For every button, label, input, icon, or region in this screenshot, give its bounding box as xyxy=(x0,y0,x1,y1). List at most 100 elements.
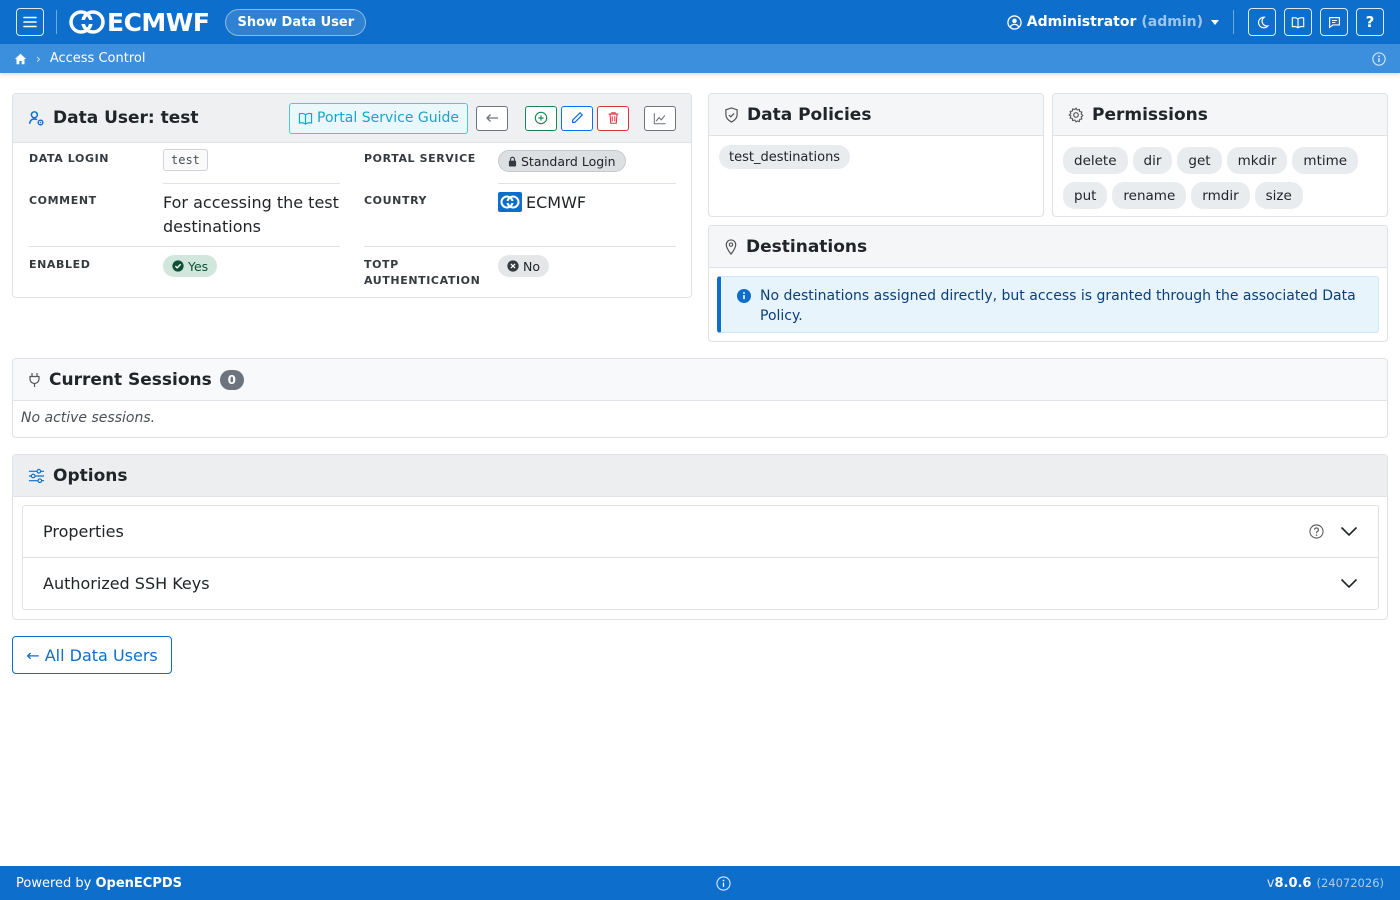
back-arrow-button[interactable] xyxy=(476,105,508,131)
chevron-right-icon: › xyxy=(36,51,41,66)
data-policies-title: Data Policies xyxy=(747,104,872,125)
no-sessions-text: No active sessions. xyxy=(21,410,156,426)
permission-tag: get xyxy=(1177,147,1222,174)
permissions-title: Permissions xyxy=(1092,104,1208,125)
enabled-value: Yes xyxy=(188,258,209,274)
sliders-icon xyxy=(28,468,45,483)
destinations-info-alert: No destinations assigned directly, but a… xyxy=(717,276,1379,333)
edit-button[interactable] xyxy=(561,105,593,131)
help-button[interactable]: ? xyxy=(1356,8,1384,36)
permission-tag: mkdir xyxy=(1226,147,1288,174)
home-icon[interactable] xyxy=(14,53,27,65)
info-circle-icon[interactable] xyxy=(716,876,731,891)
row-divider xyxy=(364,246,676,247)
country-label: COUNTRY xyxy=(364,194,428,207)
current-sessions-title: Current Sessions xyxy=(49,369,212,390)
powered-by-link[interactable]: OpenECPDS xyxy=(95,876,182,891)
permission-tag: rmdir xyxy=(1191,182,1250,209)
chat-icon xyxy=(1328,16,1340,29)
totp-label-line2: AUTHENTICATION xyxy=(364,274,481,287)
permissions-card: Permissions delete dir get mkdir mtime put re… xyxy=(1052,93,1388,217)
row-divider xyxy=(163,183,340,184)
docs-button[interactable] xyxy=(1284,8,1312,36)
chevron-down-icon xyxy=(1340,526,1358,537)
chevron-down-icon xyxy=(1211,19,1219,25)
question-circle-icon[interactable] xyxy=(1309,524,1324,539)
lock-icon xyxy=(508,156,517,166)
ssh-keys-label: Authorized SSH Keys xyxy=(43,574,210,593)
chart-button[interactable] xyxy=(644,105,676,131)
book-icon xyxy=(1291,16,1305,28)
options-card: Options Properties Authorized SSH Keys xyxy=(12,454,1388,620)
permissions-list: delete dir get mkdir mtime put rename rmdir siz… xyxy=(1053,136,1387,216)
ecmwf-logo-icon xyxy=(69,10,105,34)
user-name: Administrator xyxy=(1026,14,1137,30)
info-circle-icon[interactable] xyxy=(1372,51,1386,66)
navbar-divider xyxy=(1233,10,1234,34)
dark-mode-button[interactable] xyxy=(1248,8,1276,36)
portal-service-label: PORTAL SERVICE xyxy=(364,152,476,165)
data-login-label: DATA LOGIN xyxy=(29,152,110,165)
user-circle-icon xyxy=(1007,14,1022,30)
options-title: Options xyxy=(53,465,128,486)
add-button[interactable] xyxy=(525,105,557,131)
data-user-title: Data User: test xyxy=(53,108,199,128)
page-title-pill: Show Data User xyxy=(225,8,367,36)
info-circle-icon xyxy=(737,289,751,303)
portal-service-badge: Standard Login xyxy=(498,150,626,172)
pencil-icon xyxy=(572,111,584,123)
moon-icon xyxy=(1257,16,1269,28)
comment-label: COMMENT xyxy=(29,194,97,207)
current-sessions-header: Current Sessions 0 xyxy=(13,359,1387,401)
user-menu-dropdown[interactable]: Administrator (admin) xyxy=(1007,14,1219,30)
gear-icon xyxy=(1068,106,1084,123)
destinations-alert-text: No destinations assigned directly, but a… xyxy=(760,288,1356,324)
map-pin-icon xyxy=(725,238,737,255)
data-policies-header: Data Policies xyxy=(709,94,1043,136)
ssh-keys-accordion-toggle[interactable]: Authorized SSH Keys xyxy=(22,557,1379,610)
destinations-header: Destinations xyxy=(709,226,1387,268)
permission-tag: delete xyxy=(1063,147,1128,174)
destinations-card: Destinations No destinations assigned di… xyxy=(708,225,1388,342)
guide-label: Portal Service Guide xyxy=(317,110,459,126)
portal-service-guide-button[interactable]: Portal Service Guide xyxy=(289,102,468,134)
sessions-count-badge: 0 xyxy=(219,369,244,390)
enabled-label: ENABLED xyxy=(29,258,91,271)
breadcrumb-current[interactable]: Access Control xyxy=(50,51,146,66)
feedback-button[interactable] xyxy=(1320,8,1348,36)
totp-value: No xyxy=(523,258,540,274)
breadcrumb: › Access Control xyxy=(0,44,1400,73)
portal-service-value: Standard Login xyxy=(521,153,616,169)
x-circle-icon xyxy=(507,260,519,272)
all-data-users-button[interactable]: ← All Data Users xyxy=(12,636,172,674)
country-value: ECMWF xyxy=(526,192,587,212)
chevron-down-icon xyxy=(1340,578,1358,589)
permission-tag: put xyxy=(1063,182,1108,209)
options-header: Options xyxy=(13,455,1387,497)
plug-icon xyxy=(29,372,40,387)
data-policy-tag[interactable]: test_destinations xyxy=(719,145,851,169)
user-gear-icon xyxy=(28,110,44,126)
data-user-header: Data User: test Portal Service Guide xyxy=(13,94,691,143)
permission-tag: mtime xyxy=(1292,147,1359,174)
ecmwf-logo[interactable]: ECMWF xyxy=(69,8,210,37)
data-policies-card: Data Policies test_destinations xyxy=(708,93,1044,217)
footer: Powered by OpenECPDS v8.0.6 (24072026) xyxy=(0,866,1400,900)
menu-toggle-button[interactable] xyxy=(16,8,44,36)
data-user-card: Data User: test Portal Service Guide DAT… xyxy=(12,93,692,298)
properties-accordion-toggle[interactable]: Properties xyxy=(22,505,1379,558)
top-navbar: ECMWF Show Data User Administrator (admi… xyxy=(0,0,1400,44)
delete-button[interactable] xyxy=(597,105,629,131)
user-role: (admin) xyxy=(1141,14,1203,30)
plus-circle-icon xyxy=(534,111,548,125)
permissions-header: Permissions xyxy=(1053,94,1387,136)
data-login-value: test xyxy=(163,149,208,171)
build-number: (24072026) xyxy=(1316,875,1384,890)
powered-by-prefix: Powered by xyxy=(16,875,96,891)
ecmwf-flag-icon xyxy=(498,192,522,212)
shield-check-icon xyxy=(725,106,738,123)
permission-tag: dir xyxy=(1132,147,1173,174)
totp-badge: No xyxy=(498,255,549,277)
permission-tag: size xyxy=(1254,182,1303,209)
properties-label: Properties xyxy=(43,522,124,541)
